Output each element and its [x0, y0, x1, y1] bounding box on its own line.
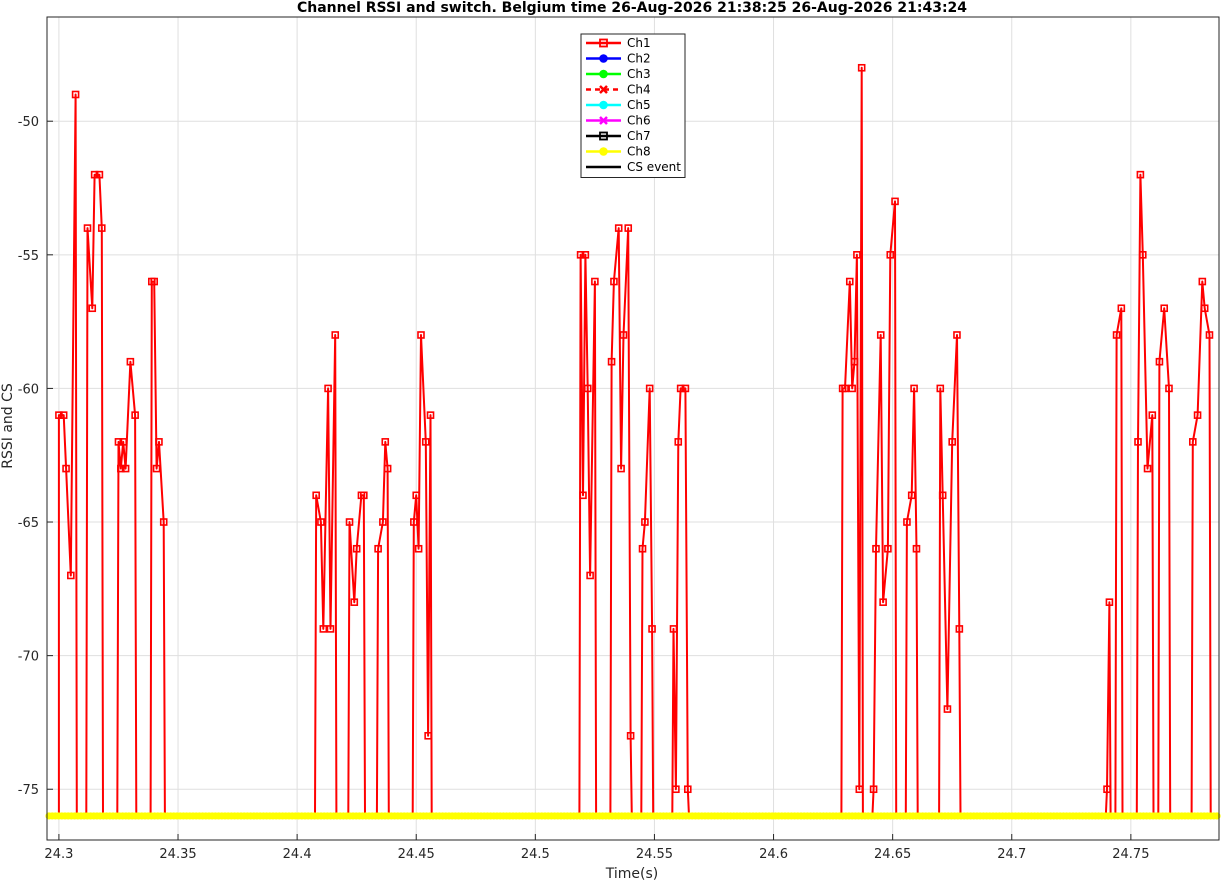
x-tick-label: 24.35 [159, 847, 196, 862]
plot-area: 24.3 24.35 24.4 24.45 24.5 24.55 24.6 24.65 24.7… [18, 16, 1221, 862]
x-tick-label: 24.55 [636, 847, 673, 862]
x-tick-label: 24.7 [997, 847, 1026, 862]
x-tick-label: 24.4 [283, 847, 312, 862]
legend-label: CS event [627, 160, 681, 174]
chart-container: Channel RSSI and switch. Belgium time 26… [0, 0, 1223, 880]
y-tick-label: -50 [18, 115, 39, 130]
legend-label: Ch6 [627, 114, 651, 128]
legend-label: Ch2 [627, 52, 651, 66]
rssi-chart: Channel RSSI and switch. Belgium time 26… [0, 0, 1221, 880]
chart-title: Channel RSSI and switch. Belgium time 26… [297, 0, 967, 16]
x-tick-label: 24.65 [874, 847, 911, 862]
legend-marker [599, 147, 608, 156]
legend-label: Ch3 [627, 67, 651, 81]
x-tick-label: 24.45 [398, 847, 435, 862]
legend-marker [599, 69, 608, 79]
y-tick-label: -75 [18, 783, 39, 798]
y-axis-label: RSSI and CS [0, 383, 16, 469]
x-tick-label: 24.6 [759, 847, 788, 862]
legend-label: Ch1 [627, 36, 651, 50]
x-tick-label: 24.75 [1112, 847, 1149, 862]
legend-marker [599, 100, 608, 110]
legend-marker [599, 54, 608, 63]
y-tick-label: -65 [18, 516, 39, 531]
y-tick-label: -55 [18, 249, 39, 264]
x-tick-label: 24.3 [44, 847, 73, 862]
legend-label: Ch4 [627, 83, 651, 97]
legend-label: Ch7 [627, 129, 651, 143]
y-tick-label: -70 [18, 650, 39, 665]
legend-label: Ch5 [627, 98, 651, 112]
x-tick-label: 24.5 [521, 847, 550, 862]
y-tick-label: -60 [18, 382, 39, 397]
legend: Ch1 Ch2Ch3 Ch4Ch5 Ch6Ch7 Ch8CS event [580, 33, 686, 178]
x-axis-label: Time(s) [605, 866, 658, 880]
legend-label: Ch8 [627, 145, 651, 159]
